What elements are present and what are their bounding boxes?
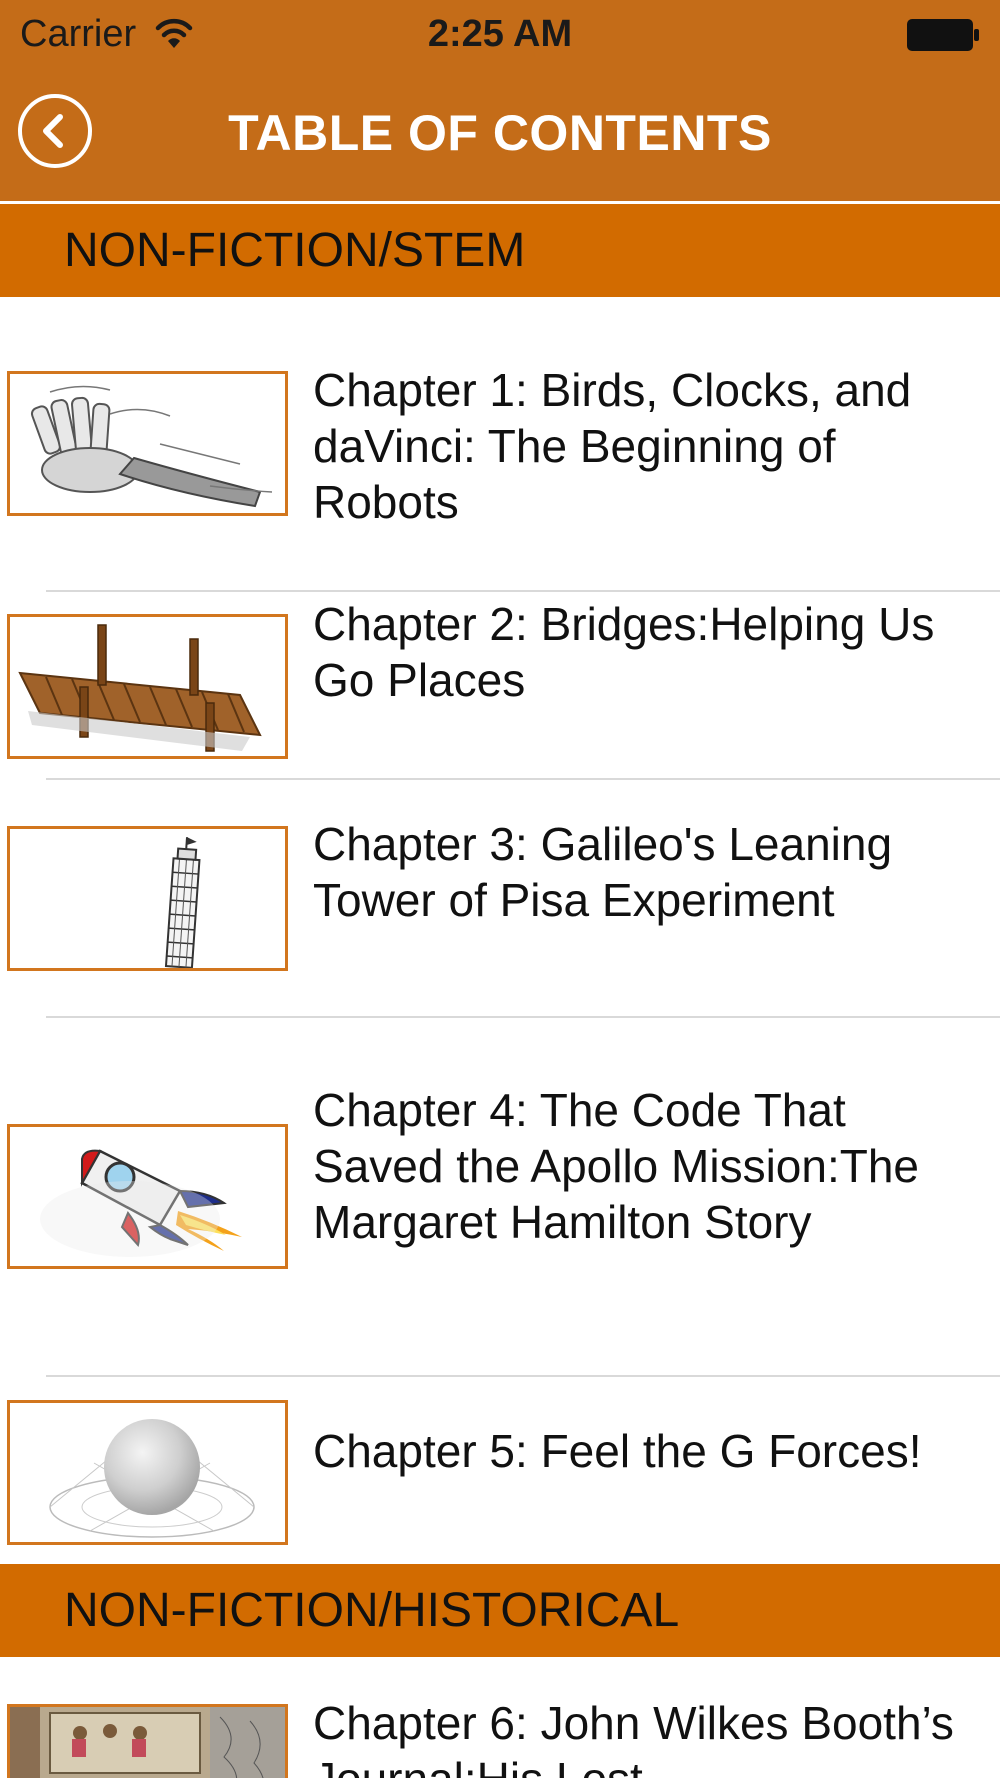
chapter-row-6[interactable]: Chapter 6: John Wilkes Booth’s Journal:H… xyxy=(0,1657,1000,1778)
section-header-stem: NON-FICTION/STEM xyxy=(0,204,1000,297)
chapter-row-2[interactable]: Chapter 2: Bridges:Helping Us Go Places xyxy=(0,592,1000,778)
chapter-thumbnail xyxy=(7,1124,288,1269)
chapter-thumbnail xyxy=(7,614,288,759)
chapter-row-4[interactable]: Chapter 4: The Code That Saved the Apoll… xyxy=(0,1018,1000,1375)
chapter-title: Chapter 5: Feel the G Forces! xyxy=(313,1425,922,1477)
chapter-thumbnail xyxy=(7,1400,288,1545)
section-header-label: NON-FICTION/STEM xyxy=(64,224,526,277)
section-header-historical: NON-FICTION/HISTORICAL xyxy=(0,1564,1000,1657)
chapter-row-1[interactable]: Chapter 1: Birds, Clocks, and daVinci: T… xyxy=(0,297,1000,591)
chapter-thumbnail xyxy=(7,1704,288,1778)
chapter-row-5[interactable]: Chapter 5: Feel the G Forces! xyxy=(0,1377,1000,1564)
chapter-row-3[interactable]: Chapter 3: Galileo's Leaning Tower of Pi… xyxy=(0,780,1000,1016)
navigation-bar: Carrier 2:25 AM TABLE OF CONTENTS xyxy=(0,0,1000,201)
section-header-label: NON-FICTION/HISTORICAL xyxy=(64,1584,680,1637)
table-of-contents-screen: Carrier 2:25 AM TABLE OF CONTENTS NON-FI… xyxy=(0,0,1000,1778)
chapter-title: Chapter 1: Birds, Clocks, and daVinci: T… xyxy=(313,364,912,528)
chapter-title: Chapter 3: Galileo's Leaning Tower of Pi… xyxy=(313,818,893,926)
chapter-thumbnail xyxy=(7,371,288,516)
chapter-title: Chapter 2: Bridges:Helping Us Go Places xyxy=(313,598,935,706)
status-time: 2:25 AM xyxy=(427,13,573,55)
chapter-title: Chapter 6: John Wilkes Booth’s Journal:H… xyxy=(313,1697,954,1778)
chapter-thumbnail xyxy=(7,826,288,971)
battery-icon xyxy=(906,18,980,52)
chapter-title: Chapter 4: The Code That Saved the Apoll… xyxy=(313,1084,920,1248)
page-title: TABLE OF CONTENTS xyxy=(228,105,772,161)
